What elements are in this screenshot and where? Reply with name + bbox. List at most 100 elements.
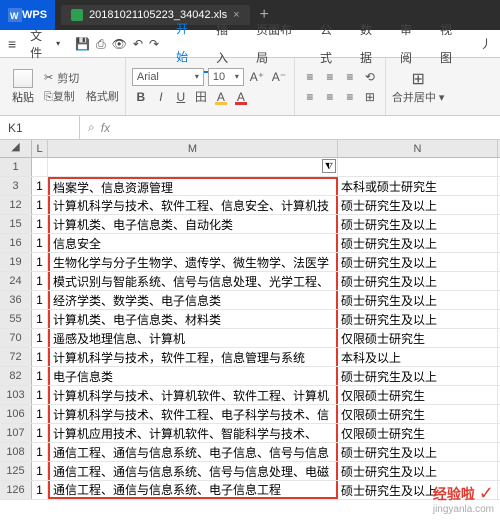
- save-icon[interactable]: 💾: [72, 30, 93, 58]
- font-size-select[interactable]: 10▾: [208, 68, 244, 86]
- cell[interactable]: 1: [32, 462, 48, 480]
- filter-button[interactable]: ⧨: [322, 159, 336, 173]
- row-header[interactable]: 55: [0, 310, 32, 328]
- cell[interactable]: 1: [32, 215, 48, 233]
- cell[interactable]: 通信工程、通信与信息系统、电子信息、信号与信息: [48, 443, 338, 461]
- cell[interactable]: 计算机应用技术、计算机软件、智能科学与技术、: [48, 424, 338, 442]
- orientation-button[interactable]: ⟲: [361, 68, 379, 86]
- cell[interactable]: [32, 158, 48, 176]
- row-header[interactable]: 12: [0, 196, 32, 214]
- row-header[interactable]: 72: [0, 348, 32, 366]
- cell[interactable]: 生物化学与分子生物学、遗传学、微生物学、法医学: [48, 253, 338, 271]
- cell[interactable]: 仅限硕士研究生: [338, 424, 498, 442]
- fx-label[interactable]: fx: [101, 121, 110, 135]
- cell[interactable]: 硕士研究生及以上: [338, 215, 498, 233]
- align-right-button[interactable]: ≡: [341, 88, 359, 106]
- preview-icon[interactable]: 👁: [109, 30, 130, 58]
- cell[interactable]: 硕士研究生及以上: [338, 291, 498, 309]
- file-menu[interactable]: 文件 ▾: [24, 27, 66, 61]
- bold-button[interactable]: B: [132, 88, 150, 106]
- cell[interactable]: 计算机科学与技术、计算机软件、软件工程、计算机: [48, 386, 338, 404]
- cell[interactable]: 1: [32, 443, 48, 461]
- cell[interactable]: 1: [32, 481, 48, 499]
- cell[interactable]: 1: [32, 272, 48, 290]
- format-painter-button[interactable]: 格式刷: [86, 88, 119, 104]
- italic-button[interactable]: I: [152, 88, 170, 106]
- cell[interactable]: [338, 158, 498, 176]
- hamburger-icon[interactable]: ≡: [0, 36, 24, 52]
- cell[interactable]: 计算机类、电子信息类、自动化类: [48, 215, 338, 233]
- cell[interactable]: 计算机科学与技术、软件工程、电子科学与技术、信: [48, 405, 338, 423]
- row-header[interactable]: 1: [0, 158, 32, 176]
- cell[interactable]: 1: [32, 291, 48, 309]
- decrease-font-button[interactable]: A⁻: [270, 68, 288, 86]
- cell[interactable]: 信息安全: [48, 234, 338, 252]
- align-left-button[interactable]: ≡: [301, 88, 319, 106]
- cell[interactable]: 电子信息类: [48, 367, 338, 385]
- cell[interactable]: 1: [32, 329, 48, 347]
- row-header[interactable]: 108: [0, 443, 32, 461]
- row-header[interactable]: 3: [0, 177, 32, 195]
- row-header[interactable]: 15: [0, 215, 32, 233]
- cell[interactable]: 硕士研究生及以上: [338, 367, 498, 385]
- cell[interactable]: 1: [32, 177, 48, 195]
- align-center-button[interactable]: ≡: [321, 88, 339, 106]
- cell[interactable]: 本科及以上: [338, 348, 498, 366]
- cell[interactable]: 仅限硕士研究生: [338, 329, 498, 347]
- cell[interactable]: 通信工程、通信与信息系统、电子信息工程: [48, 481, 338, 499]
- cell[interactable]: 硕士研究生及以上: [338, 310, 498, 328]
- row-header[interactable]: 16: [0, 234, 32, 252]
- cell[interactable]: 硕士研究生及以上: [338, 234, 498, 252]
- row-header[interactable]: 19: [0, 253, 32, 271]
- wrap-text-button[interactable]: ⊞: [361, 88, 379, 106]
- cell[interactable]: 1: [32, 386, 48, 404]
- column-header-N[interactable]: N: [338, 140, 498, 157]
- cell[interactable]: 通信工程、通信与信息系统、信号与信息处理、电磁: [48, 462, 338, 480]
- cell[interactable]: 遥感及地理信息、计算机: [48, 329, 338, 347]
- cell[interactable]: 1: [32, 234, 48, 252]
- row-header[interactable]: 126: [0, 481, 32, 499]
- border-button[interactable]: 田: [192, 88, 210, 106]
- redo-icon[interactable]: ↷: [146, 30, 162, 58]
- cell[interactable]: 硕士研究生及以上: [338, 253, 498, 271]
- row-header[interactable]: 82: [0, 367, 32, 385]
- cell[interactable]: 本科或硕士研究生: [338, 177, 498, 195]
- row-header[interactable]: 103: [0, 386, 32, 404]
- underline-button[interactable]: U: [172, 88, 190, 106]
- cell[interactable]: 仅限硕士研究生: [338, 405, 498, 423]
- cell[interactable]: 模式识别与智能系统、信号与信息处理、光学工程、: [48, 272, 338, 290]
- row-header[interactable]: 107: [0, 424, 32, 442]
- cell[interactable]: 1: [32, 348, 48, 366]
- select-all-corner[interactable]: ◢: [0, 140, 32, 157]
- cell[interactable]: 1: [32, 196, 48, 214]
- increase-font-button[interactable]: A⁺: [248, 68, 266, 86]
- cell[interactable]: 计算机科学与技术，软件工程，信息管理与系统: [48, 348, 338, 366]
- cell[interactable]: 硕士研究生及以上: [338, 443, 498, 461]
- cell[interactable]: 仅限硕士研究生: [338, 386, 498, 404]
- copy-button[interactable]: ⎘复制: [44, 88, 75, 104]
- row-header[interactable]: 125: [0, 462, 32, 480]
- cell[interactable]: 计算机类、电子信息类、材料类: [48, 310, 338, 328]
- paste-button[interactable]: 粘贴: [6, 69, 40, 105]
- cell[interactable]: 1: [32, 367, 48, 385]
- column-header-L[interactable]: L: [32, 140, 48, 157]
- cell[interactable]: 1: [32, 405, 48, 423]
- row-header[interactable]: 24: [0, 272, 32, 290]
- ribbon-tab-more[interactable]: 丿: [472, 30, 500, 58]
- cell[interactable]: 硕士研究生及以上: [338, 462, 498, 480]
- cell[interactable]: 1: [32, 253, 48, 271]
- font-family-select[interactable]: Arial▾: [132, 68, 204, 86]
- undo-icon[interactable]: ↶: [130, 30, 146, 58]
- name-box[interactable]: K1: [0, 116, 80, 140]
- print-icon[interactable]: ⎙: [93, 30, 109, 58]
- cell[interactable]: 硕士研究生及以上: [338, 196, 498, 214]
- cell[interactable]: 硕士研究生及以上: [338, 272, 498, 290]
- cell[interactable]: 计算机科学与技术、软件工程、信息安全、计算机技: [48, 196, 338, 214]
- cell[interactable]: 经济学类、数学类、电子信息类: [48, 291, 338, 309]
- row-header[interactable]: 70: [0, 329, 32, 347]
- row-header[interactable]: 106: [0, 405, 32, 423]
- column-header-M[interactable]: M: [48, 140, 338, 157]
- merge-button[interactable]: 合并居中 ▾: [392, 89, 445, 105]
- row-header[interactable]: 36: [0, 291, 32, 309]
- align-top-button[interactable]: ≡: [301, 68, 319, 86]
